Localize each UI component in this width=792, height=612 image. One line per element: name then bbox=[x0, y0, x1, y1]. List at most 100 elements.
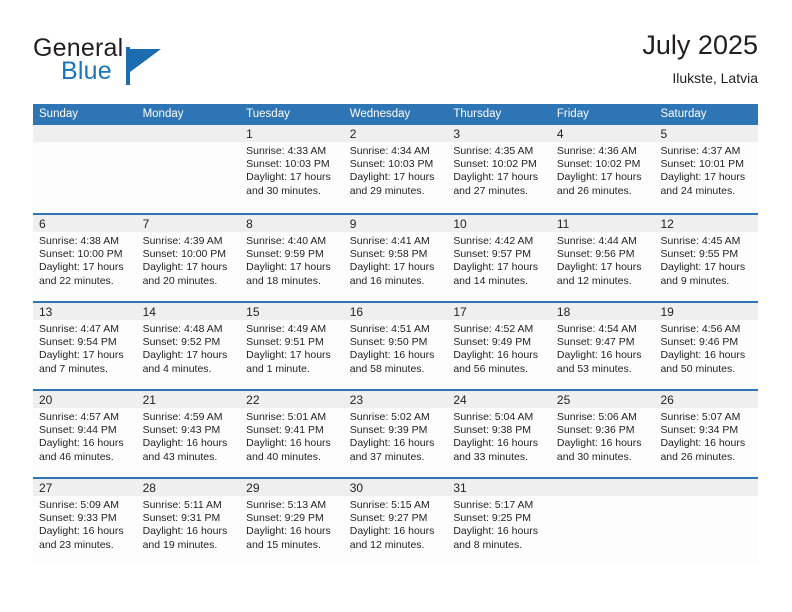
day-details bbox=[654, 496, 758, 499]
weekday-header-tuesday: Tuesday bbox=[246, 108, 290, 120]
day-number-band bbox=[654, 479, 759, 496]
day-number: 21 bbox=[142, 393, 156, 407]
day-details: Sunrise: 4:38 AM Sunset: 10:00 PM Daylight… bbox=[33, 232, 137, 288]
day-detail-line: Daylight: 17 hours bbox=[453, 171, 538, 184]
day-cell-18[interactable]: 18 Sunrise: 4:54 AM Sunset: 9:47 PM Dayligh… bbox=[550, 303, 655, 389]
day-cell-12[interactable]: 12 Sunrise: 4:45 AM Sunset: 9:55 PM Dayligh… bbox=[654, 215, 759, 301]
day-detail-line: and 16 minutes. bbox=[349, 274, 425, 287]
day-detail-line: Sunset: 9:56 PM bbox=[556, 248, 635, 261]
day-number-band: 1 bbox=[240, 125, 344, 142]
day-detail-line: and 50 minutes. bbox=[660, 362, 736, 375]
day-details: Sunrise: 4:35 AM Sunset: 10:02 PM Daylight… bbox=[447, 142, 551, 198]
day-cell-5[interactable]: 5 Sunrise: 4:37 AM Sunset: 10:01 PM Dayligh… bbox=[654, 125, 759, 213]
day-detail-line: Sunset: 10:00 PM bbox=[39, 248, 123, 261]
day-cell-15[interactable]: 15 Sunrise: 4:49 AM Sunset: 9:51 PM Dayligh… bbox=[240, 303, 344, 389]
day-number: 30 bbox=[349, 481, 364, 495]
day-cell-9[interactable]: 9 Sunrise: 4:41 AM Sunset: 9:58 PM Daylight… bbox=[343, 215, 448, 301]
day-number: 9 bbox=[349, 217, 357, 231]
day-cell-6[interactable]: 6 Sunrise: 4:38 AM Sunset: 10:00 PM Dayligh… bbox=[33, 215, 137, 301]
day-detail-line: Sunrise: 4:41 AM bbox=[349, 235, 430, 247]
day-detail-line: Sunrise: 4:49 AM bbox=[246, 323, 327, 335]
day-detail-line: Sunset: 9:46 PM bbox=[660, 336, 739, 349]
day-detail-line: and 8 minutes. bbox=[453, 538, 523, 551]
day-cell-1[interactable]: 1 Sunrise: 4:33 AM Sunset: 10:03 PM Dayligh… bbox=[240, 125, 344, 213]
day-number-band: 7 bbox=[136, 215, 241, 232]
day-detail-line: Sunset: 9:38 PM bbox=[453, 424, 531, 437]
day-number-band: 13 bbox=[33, 303, 137, 320]
day-detail-line: Sunset: 9:41 PM bbox=[246, 424, 324, 437]
day-number-band: 4 bbox=[550, 125, 655, 142]
day-cell-19[interactable]: 19 Sunrise: 4:56 AM Sunset: 9:46 PM Dayligh… bbox=[654, 303, 759, 389]
day-details: Sunrise: 5:11 AM Sunset: 9:31 PM Daylight:… bbox=[137, 496, 241, 552]
day-detail-line: and 12 minutes. bbox=[349, 538, 425, 551]
day-detail-line: and 23 minutes. bbox=[39, 538, 114, 551]
day-number: 27 bbox=[39, 481, 53, 495]
day-detail-line: Sunset: 10:01 PM bbox=[660, 158, 744, 171]
day-detail-line: Sunset: 9:58 PM bbox=[349, 248, 428, 261]
day-details: Sunrise: 4:47 AM Sunset: 9:54 PM Daylight:… bbox=[33, 320, 137, 376]
day-detail-line: and 30 minutes. bbox=[246, 184, 321, 197]
day-detail-line: Sunrise: 4:38 AM bbox=[39, 235, 119, 247]
day-cell-16[interactable]: 16 Sunrise: 4:51 AM Sunset: 9:50 PM Dayligh… bbox=[343, 303, 448, 389]
day-cell-31[interactable]: 31 Sunrise: 5:17 AM Sunset: 9:25 PM Dayligh… bbox=[447, 479, 551, 565]
day-cell-23[interactable]: 23 Sunrise: 5:02 AM Sunset: 9:39 PM Dayligh… bbox=[343, 391, 448, 477]
page-title: July 2025 bbox=[642, 30, 758, 60]
day-cell-24[interactable]: 24 Sunrise: 5:04 AM Sunset: 9:38 PM Dayligh… bbox=[447, 391, 551, 477]
day-detail-line: Sunrise: 4:52 AM bbox=[453, 323, 534, 335]
day-number-band: 17 bbox=[447, 303, 551, 320]
day-cell-25[interactable]: 25 Sunrise: 5:06 AM Sunset: 9:36 PM Dayligh… bbox=[550, 391, 655, 477]
day-cell-13[interactable]: 13 Sunrise: 4:47 AM Sunset: 9:54 PM Dayligh… bbox=[33, 303, 137, 389]
day-cell-27[interactable]: 27 Sunrise: 5:09 AM Sunset: 9:33 PM Dayligh… bbox=[33, 479, 137, 565]
day-cell-empty bbox=[33, 125, 137, 213]
day-cell-17[interactable]: 17 Sunrise: 4:52 AM Sunset: 9:49 PM Dayligh… bbox=[447, 303, 551, 389]
day-detail-line: Sunset: 9:51 PM bbox=[246, 336, 324, 349]
day-number: 26 bbox=[660, 393, 674, 407]
day-detail-line: Sunrise: 5:09 AM bbox=[39, 499, 119, 511]
calendar-week-row: 6 Sunrise: 4:38 AM Sunset: 10:00 PM Dayligh… bbox=[33, 213, 759, 301]
day-detail-line: Sunset: 9:55 PM bbox=[660, 248, 739, 261]
day-details: Sunrise: 5:13 AM Sunset: 9:29 PM Daylight:… bbox=[240, 496, 344, 552]
generalblue-logo[interactable]: General Blue bbox=[33, 34, 263, 90]
day-detail-line: Sunset: 9:59 PM bbox=[246, 248, 324, 261]
day-cell-21[interactable]: 21 Sunrise: 4:59 AM Sunset: 9:43 PM Dayligh… bbox=[136, 391, 241, 477]
day-number-band: 27 bbox=[33, 479, 137, 496]
day-cell-26[interactable]: 26 Sunrise: 5:07 AM Sunset: 9:34 PM Dayligh… bbox=[654, 391, 759, 477]
day-detail-line: Daylight: 16 hours bbox=[39, 437, 124, 450]
day-cell-2[interactable]: 2 Sunrise: 4:34 AM Sunset: 10:03 PM Dayligh… bbox=[343, 125, 448, 213]
day-detail-line: Sunrise: 5:04 AM bbox=[453, 411, 534, 423]
day-detail-line: and 30 minutes. bbox=[556, 450, 632, 463]
day-cell-22[interactable]: 22 Sunrise: 5:01 AM Sunset: 9:41 PM Dayligh… bbox=[240, 391, 344, 477]
day-detail-line: Sunset: 9:52 PM bbox=[142, 336, 221, 349]
day-detail-line: Daylight: 17 hours bbox=[349, 261, 435, 274]
day-detail-line: Sunset: 9:36 PM bbox=[556, 424, 635, 437]
day-number: 3 bbox=[453, 127, 460, 141]
day-detail-line: and 46 minutes. bbox=[39, 450, 114, 463]
day-detail-line: Sunset: 9:33 PM bbox=[39, 512, 117, 525]
day-cell-8[interactable]: 8 Sunrise: 4:40 AM Sunset: 9:59 PM Daylight… bbox=[240, 215, 344, 301]
day-details: Sunrise: 4:36 AM Sunset: 10:02 PM Daylight… bbox=[551, 142, 655, 198]
day-number-band: 9 bbox=[343, 215, 448, 232]
day-detail-line: Daylight: 16 hours bbox=[246, 525, 331, 538]
day-cell-20[interactable]: 20 Sunrise: 4:57 AM Sunset: 9:44 PM Dayligh… bbox=[33, 391, 137, 477]
day-cell-29[interactable]: 29 Sunrise: 5:13 AM Sunset: 9:29 PM Dayligh… bbox=[240, 479, 344, 565]
day-cell-28[interactable]: 28 Sunrise: 5:11 AM Sunset: 9:31 PM Dayligh… bbox=[136, 479, 241, 565]
day-cell-11[interactable]: 11 Sunrise: 4:44 AM Sunset: 9:56 PM Dayligh… bbox=[550, 215, 655, 301]
day-detail-line: Daylight: 16 hours bbox=[453, 525, 538, 538]
day-number-band: 2 bbox=[343, 125, 448, 142]
day-detail-line: Sunrise: 4:35 AM bbox=[453, 145, 534, 157]
day-number-band: 6 bbox=[33, 215, 137, 232]
day-details: Sunrise: 4:39 AM Sunset: 10:00 PM Daylight… bbox=[137, 232, 241, 288]
day-cell-3[interactable]: 3 Sunrise: 4:35 AM Sunset: 10:02 PM Dayligh… bbox=[447, 125, 551, 213]
day-number: 11 bbox=[556, 217, 570, 231]
day-cell-4[interactable]: 4 Sunrise: 4:36 AM Sunset: 10:02 PM Dayligh… bbox=[550, 125, 655, 213]
day-number-band: 24 bbox=[447, 391, 551, 408]
day-detail-line: and 18 minutes. bbox=[246, 274, 321, 287]
day-number-band bbox=[550, 479, 655, 496]
day-detail-line: and 33 minutes. bbox=[453, 450, 529, 463]
day-cell-14[interactable]: 14 Sunrise: 4:48 AM Sunset: 9:52 PM Dayligh… bbox=[136, 303, 241, 389]
day-detail-line: Daylight: 16 hours bbox=[660, 349, 746, 362]
day-detail-line: Daylight: 16 hours bbox=[556, 349, 642, 362]
day-cell-7[interactable]: 7 Sunrise: 4:39 AM Sunset: 10:00 PM Dayligh… bbox=[136, 215, 241, 301]
day-cell-30[interactable]: 30 Sunrise: 5:15 AM Sunset: 9:27 PM Dayligh… bbox=[343, 479, 448, 565]
day-cell-10[interactable]: 10 Sunrise: 4:42 AM Sunset: 9:57 PM Dayligh… bbox=[447, 215, 551, 301]
